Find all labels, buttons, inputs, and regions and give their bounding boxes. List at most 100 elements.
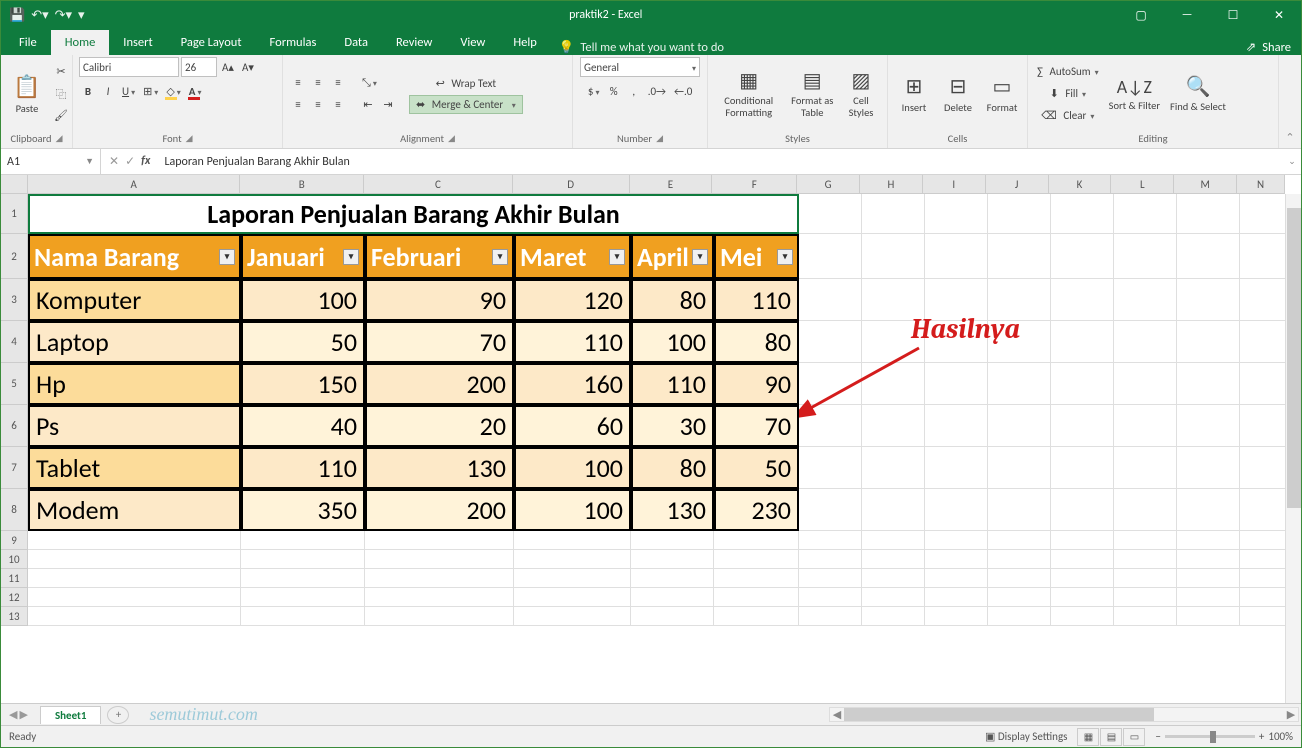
copy-icon[interactable]: ⿻ <box>51 84 71 104</box>
minimize-button[interactable]: — <box>1165 1 1209 29</box>
view-pagebreak-icon[interactable]: ▭ <box>1123 728 1145 746</box>
comma-format-icon[interactable]: , <box>625 81 643 101</box>
cell[interactable] <box>631 569 714 588</box>
cell[interactable] <box>1177 279 1240 321</box>
cell[interactable] <box>631 588 714 607</box>
cell[interactable] <box>799 569 862 588</box>
cell[interactable] <box>1051 489 1114 531</box>
cut-icon[interactable]: ✂ <box>51 62 71 82</box>
row-header-10[interactable]: 10 <box>1 550 28 569</box>
table-cell-name[interactable]: Modem <box>28 489 241 531</box>
cell[interactable] <box>799 607 862 626</box>
cell[interactable] <box>1114 321 1177 363</box>
table-cell-value[interactable]: 50 <box>714 447 799 489</box>
table-cell-value[interactable]: 60 <box>514 405 631 447</box>
cell[interactable] <box>1114 569 1177 588</box>
table-cell-value[interactable]: 80 <box>631 279 714 321</box>
cell[interactable] <box>925 234 988 279</box>
italic-button[interactable]: I <box>99 81 117 101</box>
row-header-11[interactable]: 11 <box>1 569 28 588</box>
table-header[interactable]: April▾ <box>631 234 714 279</box>
table-cell-value[interactable]: 100 <box>631 321 714 363</box>
cell[interactable] <box>1114 363 1177 405</box>
cell[interactable] <box>241 531 365 550</box>
fx-icon[interactable]: fx <box>141 154 150 169</box>
format-as-table-button[interactable]: ▤Format as Table <box>788 64 837 124</box>
cell[interactable] <box>1051 607 1114 626</box>
sort-filter-button[interactable]: A↓ZSort & Filter <box>1106 64 1163 124</box>
table-cell-value[interactable]: 40 <box>241 405 365 447</box>
cell[interactable] <box>1051 194 1114 234</box>
cell[interactable] <box>28 607 241 626</box>
increase-indent-icon[interactable]: ⇥ <box>379 95 397 115</box>
horizontal-scrollbar[interactable]: ◀▶ <box>258 707 1301 722</box>
cell[interactable] <box>988 363 1051 405</box>
cell[interactable] <box>988 569 1051 588</box>
cell[interactable] <box>925 447 988 489</box>
cell[interactable] <box>1114 489 1177 531</box>
cell[interactable] <box>862 489 925 531</box>
table-cell-value[interactable]: 130 <box>631 489 714 531</box>
col-header-L[interactable]: L <box>1111 175 1174 193</box>
cell[interactable] <box>1051 279 1114 321</box>
cell[interactable] <box>988 531 1051 550</box>
table-cell-value[interactable]: 100 <box>514 447 631 489</box>
cell[interactable] <box>862 531 925 550</box>
clipboard-launcher-icon[interactable]: ◢ <box>56 133 63 144</box>
filter-dropdown-icon[interactable]: ▾ <box>609 249 625 265</box>
cell[interactable] <box>862 194 925 234</box>
increase-decimal-icon[interactable]: .0→ <box>645 81 669 101</box>
tab-help[interactable]: Help <box>499 30 550 55</box>
col-header-B[interactable]: B <box>240 175 364 193</box>
table-cell-value[interactable]: 90 <box>365 279 514 321</box>
cell[interactable] <box>799 588 862 607</box>
cell[interactable] <box>365 550 514 569</box>
cell[interactable] <box>1240 569 1288 588</box>
cell[interactable] <box>862 607 925 626</box>
maximize-button[interactable]: ☐ <box>1211 1 1255 29</box>
cell[interactable] <box>1114 531 1177 550</box>
font-launcher-icon[interactable]: ◢ <box>186 133 193 144</box>
table-cell-value[interactable]: 350 <box>241 489 365 531</box>
decrease-indent-icon[interactable]: ⇤ <box>359 95 377 115</box>
tab-pagelayout[interactable]: Page Layout <box>167 30 256 55</box>
cell[interactable] <box>514 531 631 550</box>
cell[interactable] <box>862 234 925 279</box>
table-cell-value[interactable]: 30 <box>631 405 714 447</box>
display-settings-button[interactable]: ▣ Display Settings <box>985 730 1067 743</box>
autosum-button[interactable]: ∑ AutoSum <box>1034 62 1102 82</box>
filter-dropdown-icon[interactable]: ▾ <box>492 249 508 265</box>
expand-formula-icon[interactable]: ⌄ <box>1283 156 1301 167</box>
cell[interactable] <box>241 569 365 588</box>
fill-color-button[interactable]: ◇ <box>163 81 183 101</box>
cell[interactable] <box>1051 405 1114 447</box>
sheet-tab-1[interactable]: Sheet1 <box>40 706 102 724</box>
cell[interactable] <box>1051 588 1114 607</box>
redo-icon[interactable]: ↷▾ <box>55 8 72 23</box>
cell[interactable] <box>1177 588 1240 607</box>
cell[interactable] <box>1240 363 1288 405</box>
font-name-select[interactable]: Calibri <box>79 57 179 77</box>
row-header-9[interactable]: 9 <box>1 531 28 550</box>
cell[interactable] <box>799 447 862 489</box>
cell[interactable] <box>862 447 925 489</box>
name-box[interactable]: A1▼ <box>1 149 101 174</box>
col-header-N[interactable]: N <box>1237 175 1285 193</box>
col-header-A[interactable]: A <box>28 175 241 193</box>
cell[interactable] <box>1177 447 1240 489</box>
table-header[interactable]: Nama Barang▾ <box>28 234 241 279</box>
col-header-D[interactable]: D <box>513 175 630 193</box>
cell[interactable] <box>799 550 862 569</box>
percent-format-icon[interactable]: % <box>605 81 623 101</box>
new-sheet-button[interactable]: + <box>107 706 129 724</box>
cell[interactable] <box>1051 569 1114 588</box>
cancel-formula-icon[interactable]: ✕ <box>109 154 119 169</box>
collapse-ribbon-icon[interactable]: ⌃ <box>1279 55 1301 148</box>
table-cell-value[interactable]: 110 <box>241 447 365 489</box>
alignment-launcher-icon[interactable]: ◢ <box>448 133 455 144</box>
cell[interactable] <box>514 550 631 569</box>
qat-more-icon[interactable]: ▾ <box>78 8 85 23</box>
col-header-I[interactable]: I <box>923 175 986 193</box>
cell[interactable] <box>925 531 988 550</box>
cell[interactable] <box>1177 194 1240 234</box>
